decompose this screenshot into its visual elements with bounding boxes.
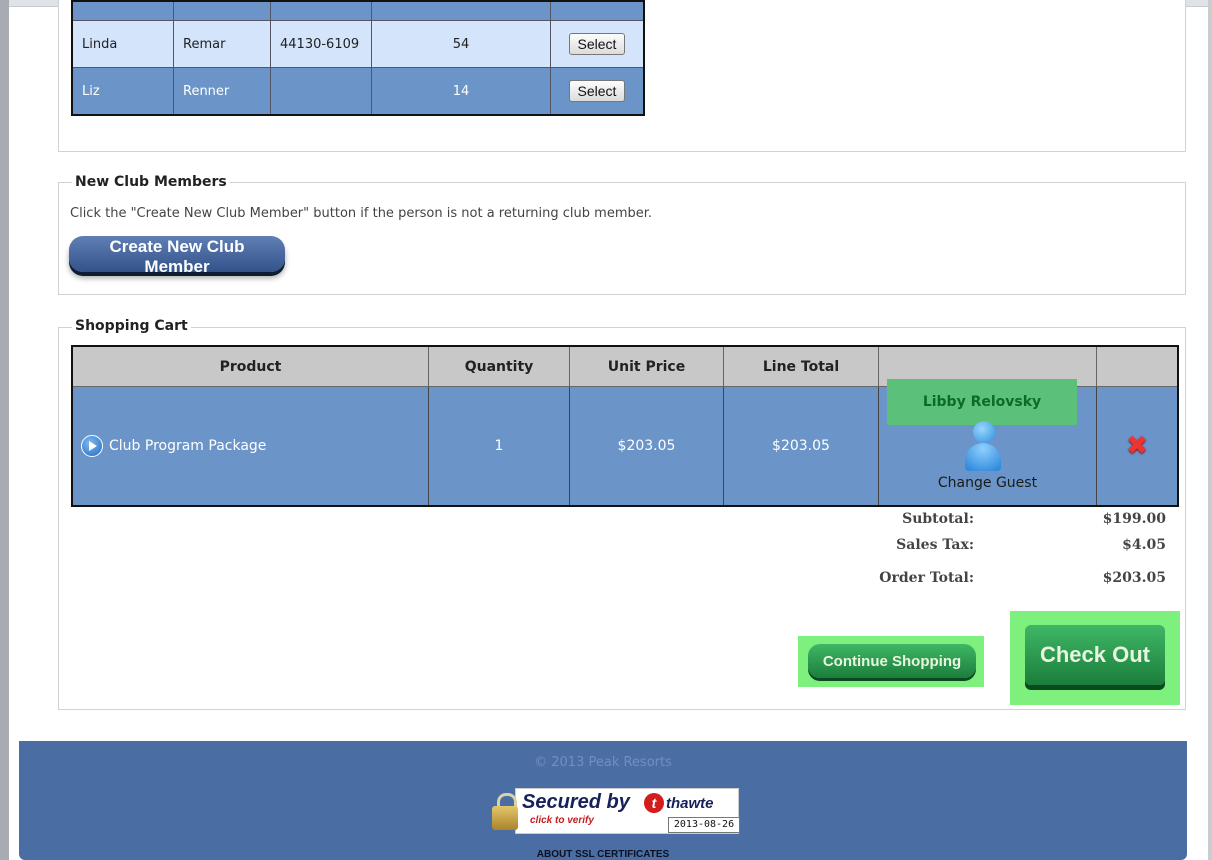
window-left-border [0, 0, 9, 860]
subtotal-label: Subtotal: [902, 511, 974, 527]
product-cell: Club Program Package [71, 386, 429, 507]
members-table: Linda Remar 44130-6109 54 Select Liz Ren… [71, 0, 645, 116]
order-total-value: $203.05 [1102, 570, 1166, 586]
change-guest-link[interactable]: Change Guest [879, 475, 1096, 491]
table-row [71, 0, 645, 21]
select-button[interactable]: Select [568, 33, 626, 55]
about-ssl-link[interactable]: ABOUT SSL CERTIFICATES [19, 849, 1187, 860]
check-out-button[interactable]: Check Out [1025, 625, 1165, 685]
sales-tax-value: $4.05 [1122, 537, 1166, 553]
guest-cell: Libby Relovsky Change Guest [878, 379, 1097, 507]
column-header: Product [71, 345, 429, 387]
thawte-seal[interactable]: Secured by t thawte click to verify 2013… [489, 785, 740, 837]
play-icon[interactable] [81, 435, 103, 457]
table-row: Liz Renner 14 Select [71, 67, 645, 116]
section-legend: New Club Members [72, 174, 230, 190]
age-cell: 54 [371, 20, 551, 68]
select-button[interactable]: Select [568, 80, 626, 102]
column-header: Unit Price [569, 345, 724, 387]
column-header: Quantity [428, 345, 570, 387]
first-name-cell: Liz [71, 67, 174, 116]
person-icon[interactable] [965, 421, 1001, 471]
line-total-cell: $203.05 [723, 386, 879, 507]
order-total-label: Order Total: [879, 570, 974, 586]
age-cell: 14 [371, 67, 551, 116]
table-row: Linda Remar 44130-6109 54 Select [71, 20, 645, 68]
last-name-cell: Remar [173, 20, 271, 68]
seal-date: 2013-08-26 [668, 817, 740, 833]
continue-shopping-button[interactable]: Continue Shopping [808, 644, 976, 678]
product-name: Club Program Package [109, 438, 267, 454]
page-footer: © 2013 Peak Resorts Secured by t thawte … [19, 741, 1187, 860]
new-members-description: Click the "Create New Club Member" butto… [70, 206, 653, 221]
zip-cell [270, 67, 372, 116]
lock-icon [492, 793, 518, 831]
unit-price-cell: $203.05 [569, 386, 724, 507]
section-legend: Shopping Cart [72, 318, 191, 334]
remove-cell: ✖ [1096, 386, 1179, 507]
table-row: Club Program Package 1 $203.05 $203.05 L… [71, 379, 1179, 507]
cart-table: Product Quantity Unit Price Line Total C… [71, 345, 1179, 507]
check-out-highlight: Check Out [1010, 611, 1180, 705]
seal-text: Secured by [522, 791, 630, 813]
copyright-text: © 2013 Peak Resorts [534, 755, 672, 770]
zip-cell: 44130-6109 [270, 20, 372, 68]
sales-tax-label: Sales Tax: [896, 537, 974, 553]
continue-shopping-highlight: Continue Shopping [798, 636, 984, 687]
window-right-border [1208, 0, 1212, 860]
last-name-cell: Renner [173, 67, 271, 116]
first-name-cell: Linda [71, 20, 174, 68]
remove-x-icon[interactable]: ✖ [1126, 431, 1148, 461]
thawte-logo-icon: t [644, 793, 664, 813]
create-new-club-member-button[interactable]: Create New Club Member [69, 236, 285, 276]
guest-name-badge: Libby Relovsky [887, 379, 1077, 425]
thawte-brand: thawte [666, 795, 714, 812]
quantity-cell: 1 [428, 386, 570, 507]
column-header [1096, 345, 1179, 387]
subtotal-value: $199.00 [1102, 511, 1166, 527]
column-header: Line Total [723, 345, 879, 387]
click-to-verify: click to verify [530, 815, 594, 826]
